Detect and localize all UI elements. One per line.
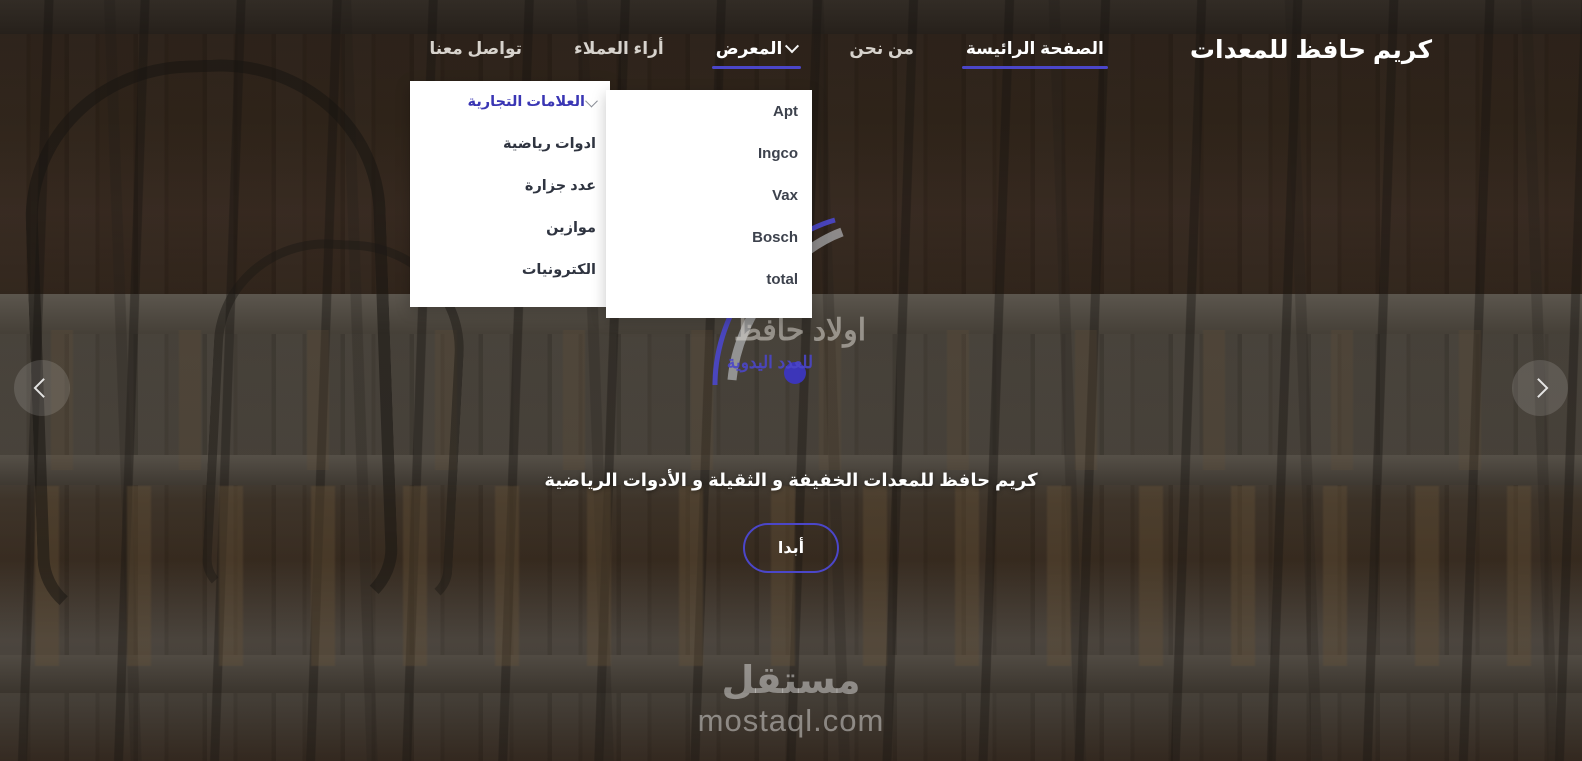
nav-item-testimonials[interactable]: أراء العملاء: [548, 25, 690, 75]
hero-content: كريم حافظ للمعدات الخفيفة و الثقيلة و ال…: [0, 470, 1582, 573]
hero-tagline: كريم حافظ للمعدات الخفيفة و الثقيلة و ال…: [544, 470, 1038, 490]
nav-item-label: أراء العملاء: [574, 39, 664, 58]
submenu-item-label: Apt: [773, 102, 798, 120]
submenu-item-bosch[interactable]: Bosch: [606, 216, 812, 258]
chevron-left-icon: [33, 378, 54, 398]
main-nav: الصفحة الرائيسة من نحن المعرض أراء العمل…: [403, 25, 1129, 75]
dropdown-item-label: عدد جزارة: [524, 178, 596, 194]
submenu-item-label: total: [766, 270, 798, 288]
nav-item-about[interactable]: من نحن: [823, 25, 939, 75]
hero-page: اولاد حافظ للعدد اليدوية كريم حافظ للمعد…: [0, 0, 1582, 761]
submenu-item-label: Bosch: [752, 228, 798, 246]
submenu-item-vax[interactable]: Vax: [606, 174, 812, 216]
dropdown-item-electronics[interactable]: الكترونيات: [410, 249, 610, 291]
nav-item-label: من نحن: [849, 39, 914, 58]
brands-submenu-panel: Apt Ingco Vax Bosch total: [606, 90, 812, 318]
dropdown-item-label: ادوات رياضية: [503, 136, 596, 152]
nav-item-contact[interactable]: تواصل معنا: [403, 25, 548, 75]
gallery-dropdown-panel: العلامات التجارية ادوات رياضية عدد جزارة…: [410, 81, 610, 307]
dropdown-item-sports-tools[interactable]: ادوات رياضية: [410, 123, 610, 165]
dropdown-item-scales[interactable]: موازين: [410, 207, 610, 249]
nav-item-label: المعرض: [715, 39, 783, 58]
nav-item-label: تواصل معنا: [429, 39, 523, 58]
dropdown-item-label: موازين: [546, 220, 596, 236]
nav-item-label: الصفحة الرائيسة: [965, 39, 1104, 58]
submenu-item-total[interactable]: total: [606, 258, 812, 300]
submenu-item-ingco[interactable]: Ingco: [606, 132, 812, 174]
chevron-right-icon: [1528, 378, 1549, 398]
brand-title: كريم حافظ للمعدات: [1189, 36, 1432, 64]
start-button[interactable]: أبدا: [743, 523, 839, 573]
dropdown-item-label: الكترونيات: [521, 262, 596, 278]
nav-item-gallery[interactable]: المعرض: [690, 25, 824, 75]
carousel-next-button[interactable]: [1512, 360, 1568, 416]
carousel-prev-button[interactable]: [14, 360, 70, 416]
submenu-item-label: Ingco: [758, 144, 798, 162]
chevron-down-icon: [785, 39, 800, 54]
submenu-item-label: Vax: [772, 186, 798, 204]
top-navigation-bar: كريم حافظ للمعدات الصفحة الرائيسة من نحن…: [0, 0, 1582, 100]
dropdown-item-butcher-tools[interactable]: عدد جزارة: [410, 165, 610, 207]
nav-item-home[interactable]: الصفحة الرائيسة: [940, 25, 1130, 75]
